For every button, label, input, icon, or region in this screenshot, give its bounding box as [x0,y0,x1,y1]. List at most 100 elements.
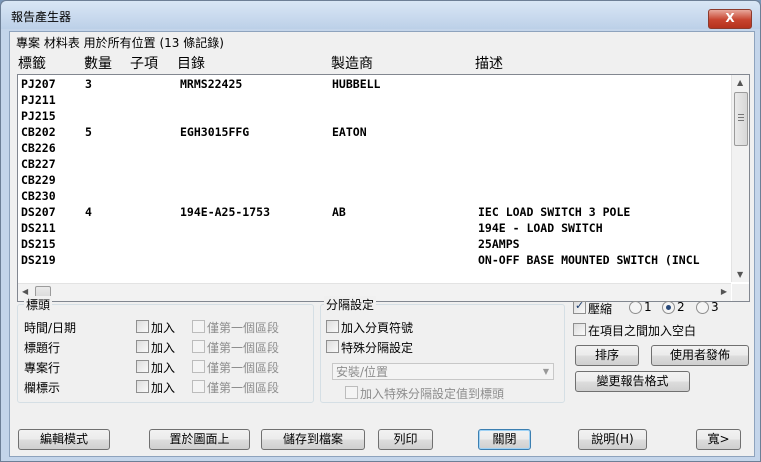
datetime-first-only-label: 僅第一個區段 [207,321,280,335]
datetime-add-label: 加入 [151,321,176,335]
column-header-qty[interactable]: 數量 [84,53,112,73]
compress-label: 壓縮 [588,302,613,316]
compress-radio-2-label: 2 [677,300,685,314]
table-row[interactable]: DS215 25AMPS [18,237,731,253]
report-rows: PJ207 3 MRMS22425 HUBBELL PJ211 PJ215 CB202 5 EG… [18,77,731,285]
scroll-down-icon[interactable]: ▼ [737,270,743,279]
user-defined-button[interactable]: 使用者發佈 [651,345,749,366]
separator-group-title: 分隔設定 [324,296,377,313]
scroll-corner [732,284,749,301]
close-button[interactable]: 關閉 [478,429,531,450]
scroll-up-icon[interactable]: ▲ [737,78,743,87]
change-report-format-button[interactable]: 變更報告格式 [575,371,690,392]
cell-tag: PJ215 [21,109,56,123]
project-line-first-only-checkbox[interactable] [192,360,205,373]
cell-mfr: EATON [332,125,367,139]
report-list[interactable]: PJ207 3 MRMS22425 HUBBELL PJ211 PJ215 CB202 5 EG… [17,74,750,302]
cell-qty: 5 [85,125,92,139]
table-row[interactable]: PJ215 [18,109,731,125]
cell-desc: ON-OFF BASE MOUNTED SWITCH (INCL [478,253,700,267]
column-header-manufacturer[interactable]: 製造商 [331,53,373,73]
cell-tag: CB230 [21,189,56,203]
column-header-subitem[interactable]: 子項 [130,53,158,73]
title-line-add-checkbox[interactable] [136,340,149,353]
vertical-scrollbar[interactable]: ▲ ▼ [731,75,749,282]
close-window-button[interactable]: X [708,9,752,29]
print-button[interactable]: 列印 [378,429,433,450]
header-label-datetime: 時間/日期 [24,321,77,335]
cell-catalog: 194E-A25-1753 [180,205,271,219]
column-labels-add-checkbox[interactable] [136,380,149,393]
header-group-title: 標頭 [24,296,53,313]
edit-mode-button[interactable]: 編輯模式 [18,429,110,450]
add-special-to-header-label: 加入特殊分隔設定值到標頭 [360,387,505,401]
cell-tag: DS211 [21,221,56,235]
column-labels-first-only-checkbox[interactable] [192,380,205,393]
special-separator-checkbox[interactable] [326,340,339,353]
table-row[interactable]: CB229 [18,173,731,189]
table-row[interactable]: CB226 [18,141,731,157]
vertical-scroll-thumb[interactable] [734,92,748,146]
save-to-file-button[interactable]: 儲存到檔案 [261,429,365,450]
table-row[interactable]: CB230 [18,189,731,205]
help-button[interactable]: 說明(H) [578,429,647,450]
put-on-drawing-button[interactable]: 置於圖面上 [149,429,250,450]
cell-tag: CB229 [21,173,56,187]
special-separator-label: 特殊分隔設定 [341,341,414,355]
compress-radio-1-label: 1 [644,300,652,314]
cell-mfr: AB [332,205,346,219]
header-label-column-labels: 欄標示 [24,381,61,395]
project-line-add-checkbox[interactable] [136,360,149,373]
table-row[interactable]: CB202 5 EGH3015FFG EATON [18,125,731,141]
compress-radio-3[interactable] [696,301,709,314]
table-row[interactable]: PJ211 [18,93,731,109]
sort-button[interactable]: 排序 [575,345,639,366]
cell-mfr: HUBBELL [332,77,381,91]
project-line-add-label: 加入 [151,361,176,375]
cell-tag: CB227 [21,157,56,171]
table-row[interactable]: DS219 ON-OFF BASE MOUNTED SWITCH (INCL [18,253,731,269]
add-special-to-header-checkbox[interactable] [345,386,358,399]
cell-desc: 25AMPS [478,237,520,251]
title-line-first-only-label: 僅第一個區段 [207,341,280,355]
cell-catalog: MRMS22425 [180,77,243,91]
scroll-right-icon[interactable]: ▶ [721,287,727,296]
table-row[interactable]: DS211 194E - LOAD SWITCH [18,221,731,237]
datetime-add-checkbox[interactable] [136,320,149,333]
cell-tag: DS215 [21,237,56,251]
record-info: 專案 材料表 用於所有位置 (13 條記錄) [16,36,224,50]
cell-desc: IEC LOAD SWITCH 3 POLE [478,205,631,219]
compress-radio-2[interactable] [662,301,675,314]
scroll-left-icon[interactable]: ◀ [22,287,28,296]
separator-select[interactable]: 安裝/位置 ▼ [332,363,554,380]
title-bar[interactable]: 報告產生器 X [1,1,760,29]
table-row[interactable]: DS207 4 194E-A25-1753 AB IEC LOAD SWITCH 3 P… [18,205,731,221]
table-row[interactable]: CB227 [18,157,731,173]
column-header-tag[interactable]: 標籤 [18,53,46,73]
separator-select-value: 安裝/位置 [336,365,389,379]
compress-radio-1[interactable] [629,301,642,314]
cell-tag: CB202 [21,125,56,139]
dialog-body: 專案 材料表 用於所有位置 (13 條記錄) 標籤 數量 子項 目錄 製造商 描… [9,31,755,457]
compress-checkbox[interactable] [573,299,586,314]
window-title: 報告產生器 [11,10,72,24]
cell-tag: DS219 [21,253,56,267]
report-generator-window: 報告產生器 X 專案 材料表 用於所有位置 (13 條記錄) 標籤 數量 子項 … [0,0,761,462]
compress-radio-3-label: 3 [711,300,719,314]
column-header-description[interactable]: 描述 [475,53,503,73]
column-header-catalog[interactable]: 目錄 [177,53,205,73]
cell-qty: 4 [85,205,92,219]
cell-tag: CB226 [21,141,56,155]
dropdown-arrow-icon: ▼ [542,367,549,376]
cell-tag: DS207 [21,205,56,219]
cell-tag: PJ211 [21,93,56,107]
datetime-first-only-checkbox[interactable] [192,320,205,333]
page-break-checkbox[interactable] [326,320,339,333]
blank-between-checkbox[interactable] [573,323,586,336]
table-row[interactable]: PJ207 3 MRMS22425 HUBBELL [18,77,731,93]
wide-button[interactable]: 寬> [696,429,741,450]
blank-between-label: 在項目之間加入空白 [588,324,697,338]
title-line-first-only-checkbox[interactable] [192,340,205,353]
cell-qty: 3 [85,77,92,91]
column-labels-add-label: 加入 [151,381,176,395]
